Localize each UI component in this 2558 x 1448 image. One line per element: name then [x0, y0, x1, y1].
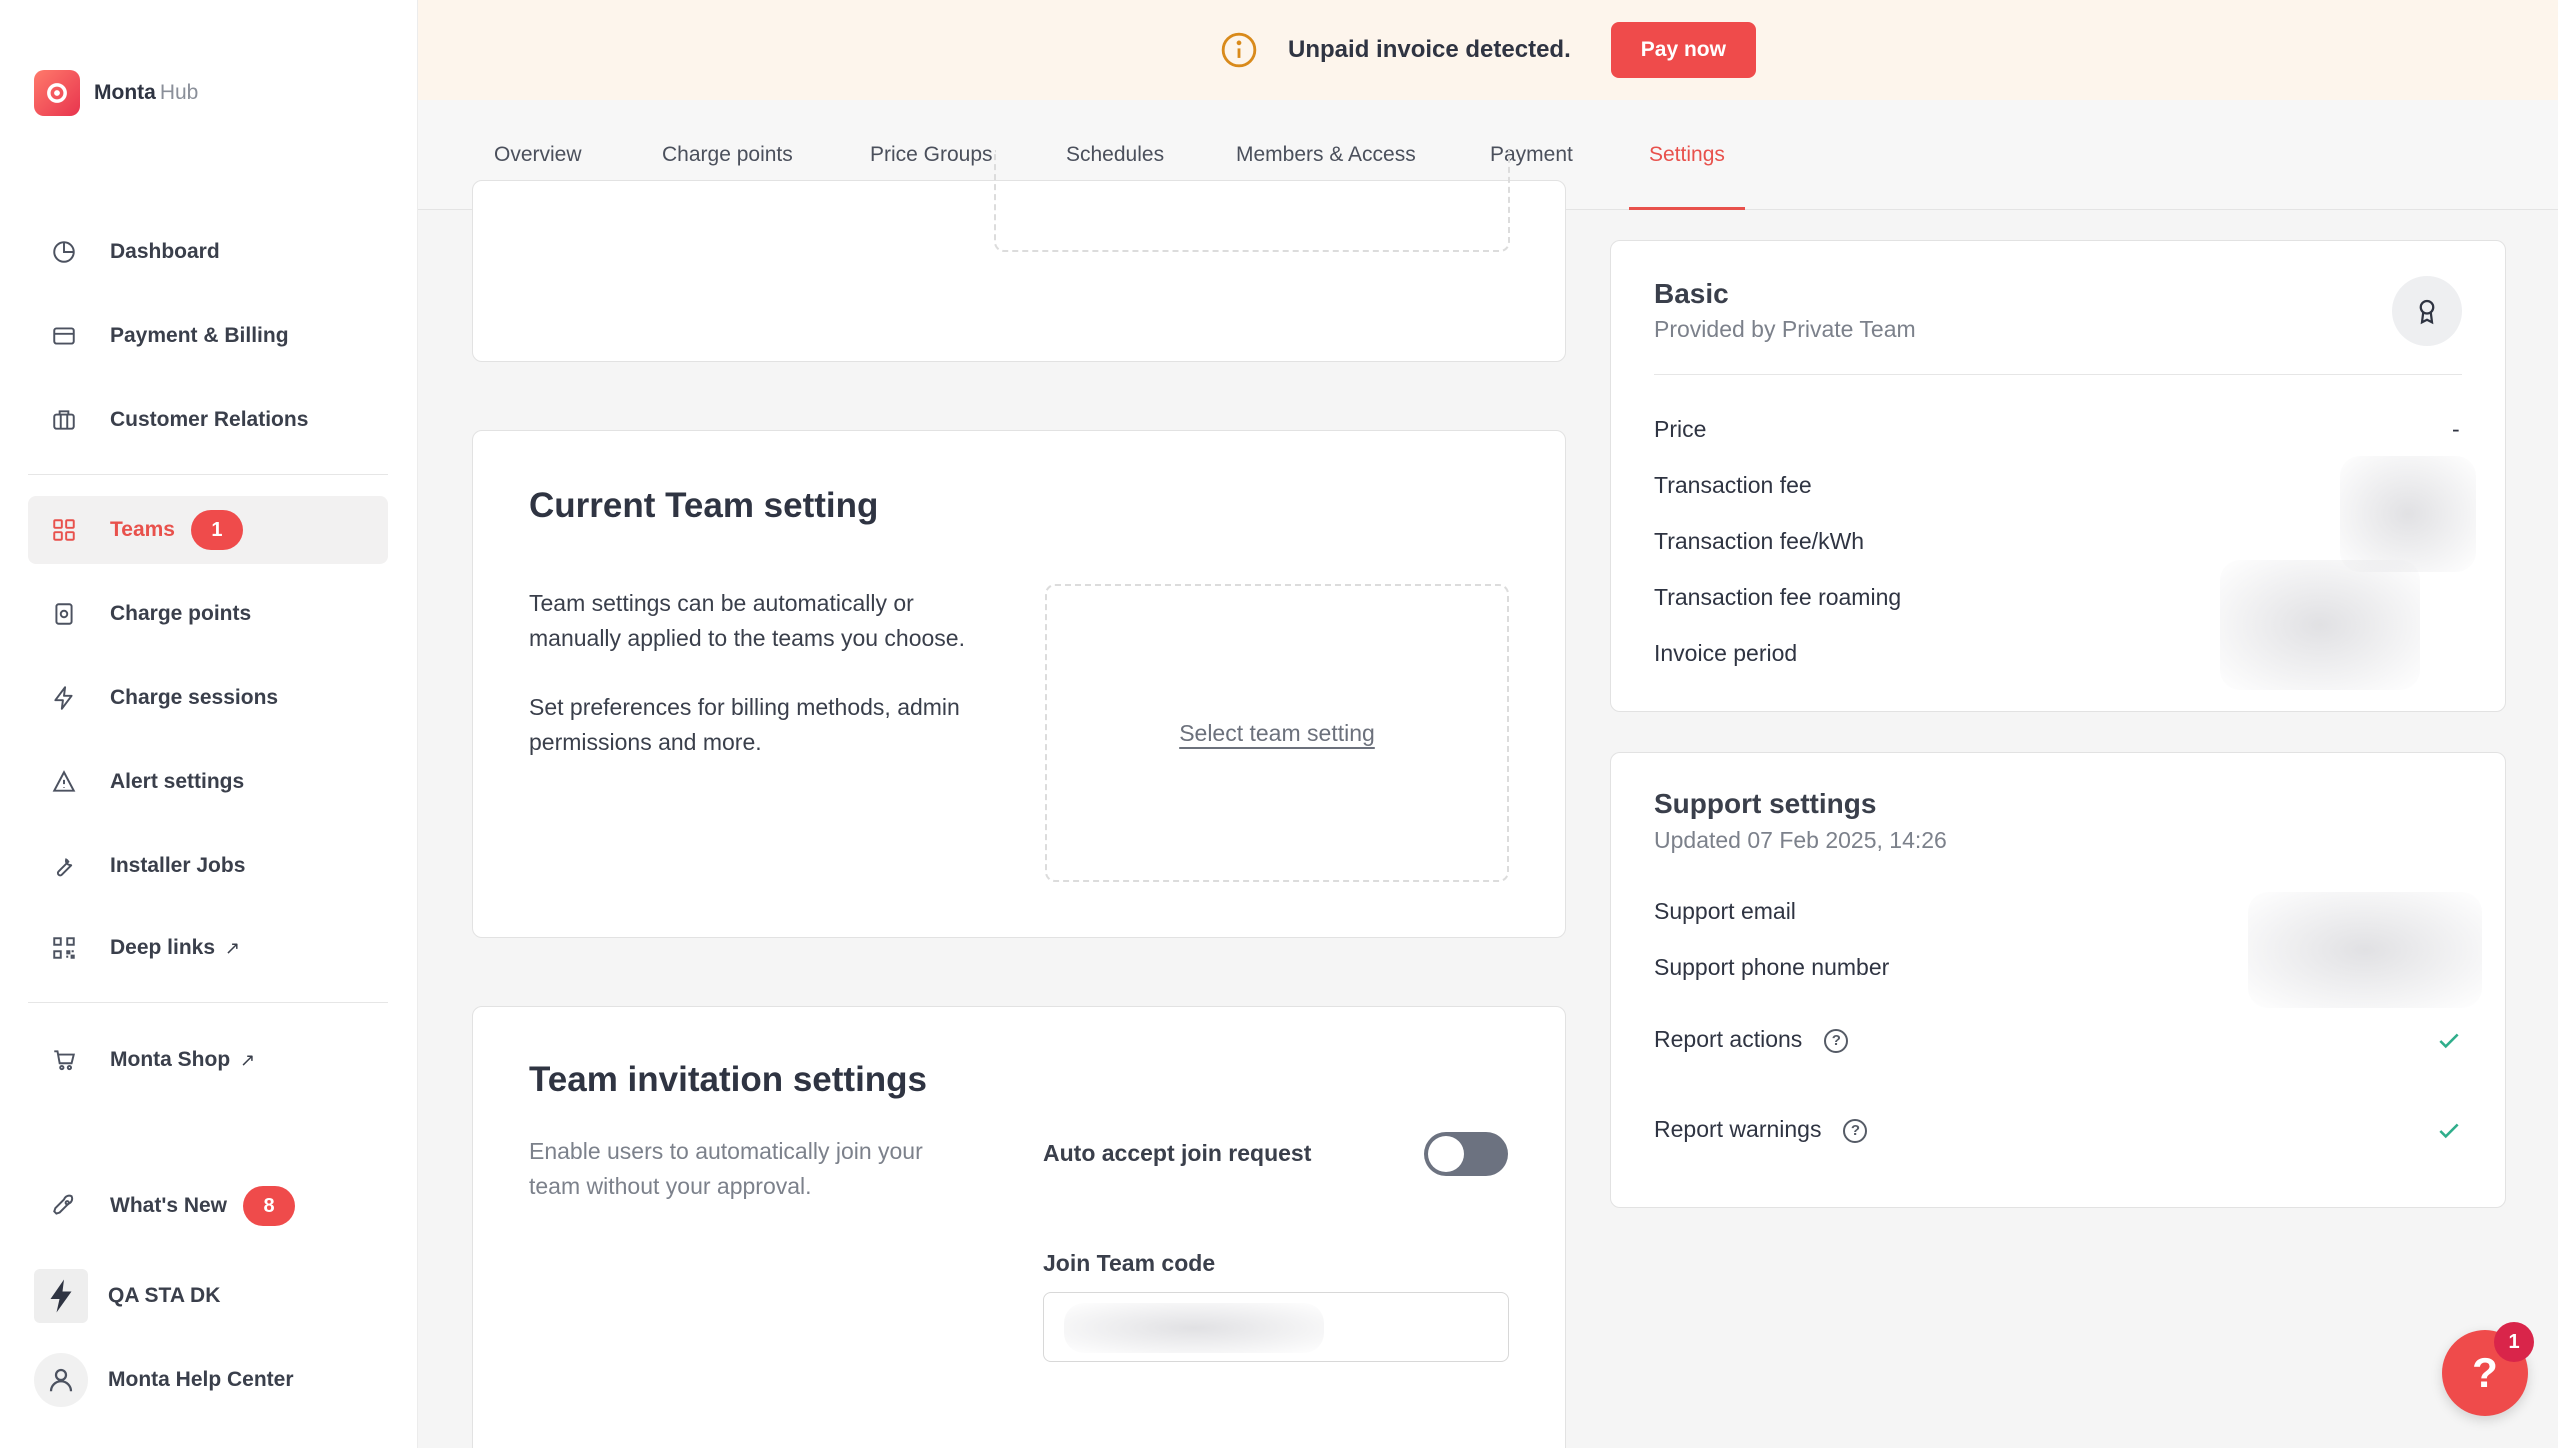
check-icon [2439, 1123, 2459, 1139]
sidebar-item-teams[interactable]: Teams 1 [28, 496, 388, 564]
user-icon [34, 1353, 88, 1407]
account-avatar [34, 1269, 88, 1323]
report-warnings-row: Report warnings? [1654, 1116, 1868, 1143]
team-invitation-desc: Enable users to automatically join your … [529, 1138, 923, 1199]
support-email-label: Support email [1654, 898, 1796, 924]
plan-row-transaction-fee-kwh: Transaction fee/kWh [1654, 528, 1865, 554]
qr-code-icon [50, 934, 78, 962]
sidebar: Monta Hub Dashboard Payment & Billing Cus… [0, 0, 418, 1448]
plan-row-price: Price [1654, 416, 1707, 442]
plan-price-value: - [2452, 416, 2460, 442]
wrench-icon [50, 852, 78, 880]
briefcase-icon [50, 406, 78, 434]
team-invitation-title: Team invitation settings [529, 1060, 928, 1099]
sidebar-item-charge-points[interactable]: Charge points [28, 580, 388, 648]
sidebar-account[interactable]: QA STA DK [28, 1262, 388, 1330]
sidebar-item-alert-settings[interactable]: Alert settings [28, 748, 388, 816]
sidebar-item-payment-billing[interactable]: Payment & Billing [28, 302, 388, 370]
tab-settings[interactable]: Settings [1629, 100, 1745, 210]
teams-badge: 1 [190, 510, 243, 550]
shopping-cart-icon [50, 1046, 78, 1074]
current-team-desc-1: Team settings can be automatically or ma… [529, 590, 965, 651]
support-phone-label: Support phone number [1654, 954, 1890, 980]
brand[interactable]: Monta Hub [34, 70, 198, 116]
previous-card-dropzone [994, 150, 1510, 252]
help-circle-icon[interactable]: ? [1843, 1118, 1868, 1143]
join-team-code-label: Join Team code [1043, 1250, 1216, 1276]
support-title: Support settings [1654, 788, 1877, 819]
plan-row-transaction-fee-roaming: Transaction fee roaming [1654, 584, 1902, 610]
sidebar-item-whats-new[interactable]: What's New 8 [28, 1172, 388, 1240]
rocket-icon [50, 1192, 78, 1220]
sidebar-divider [28, 474, 388, 475]
help-circle-icon[interactable]: ? [1824, 1028, 1849, 1053]
redacted-value [1064, 1303, 1324, 1353]
brand-name: Monta Hub [94, 81, 199, 104]
sidebar-item-customer-relations[interactable]: Customer Relations [28, 386, 388, 454]
alert-bell-icon [50, 768, 78, 796]
pay-now-button[interactable]: Pay now [1610, 22, 1756, 78]
grid-icon [50, 516, 78, 544]
current-team-title: Current Team setting [529, 486, 879, 525]
auto-accept-toggle[interactable] [1424, 1132, 1508, 1176]
sidebar-item-monta-shop[interactable]: Monta Shop ↗ [28, 1026, 388, 1094]
join-team-code-input[interactable] [1043, 1292, 1509, 1362]
sidebar-item-deep-links[interactable]: Deep links ↗ [28, 914, 388, 982]
redacted-value [2248, 892, 2482, 1008]
whats-new-badge: 8 [243, 1186, 296, 1226]
select-team-setting-link[interactable]: Select team setting [1179, 720, 1375, 747]
credit-card-icon [50, 322, 78, 350]
plan-row-transaction-fee: Transaction fee [1654, 472, 1812, 498]
sidebar-help-center[interactable]: Monta Help Center [28, 1346, 388, 1414]
info-icon [1221, 32, 1257, 68]
external-link-icon: ↗ [240, 1049, 256, 1070]
report-actions-row: Report actions? [1654, 1026, 1849, 1053]
charger-icon [50, 600, 78, 628]
sidebar-item-dashboard[interactable]: Dashboard [28, 218, 388, 286]
sidebar-item-installer-jobs[interactable]: Installer Jobs [28, 832, 388, 900]
help-widget-badge: 1 [2494, 1322, 2534, 1362]
plan-provider: Provided by Private Team [1654, 316, 1916, 342]
check-icon [2439, 1033, 2459, 1049]
current-team-desc-2: Set preferences for billing methods, adm… [529, 694, 960, 755]
select-team-setting-dropzone[interactable]: Select team setting [1045, 584, 1509, 882]
monta-logo-icon [34, 70, 80, 116]
plan-title: Basic [1654, 278, 1729, 309]
auto-accept-label: Auto accept join request [1043, 1140, 1312, 1166]
bolt-icon [50, 684, 78, 712]
sidebar-item-charge-sessions[interactable]: Charge sessions [28, 664, 388, 732]
award-icon [2392, 276, 2462, 346]
pie-chart-icon [50, 238, 78, 266]
plan-row-invoice-period: Invoice period [1654, 640, 1798, 666]
external-link-icon: ↗ [225, 937, 241, 958]
banner-message: Unpaid invoice detected. [1288, 36, 1571, 63]
redacted-value [2220, 560, 2420, 690]
unpaid-invoice-banner: Unpaid invoice detected. Pay now [418, 0, 2558, 100]
redacted-value [2340, 456, 2476, 572]
sidebar-divider [28, 1002, 388, 1003]
plan-divider [1654, 374, 2462, 375]
support-updated: Updated 07 Feb 2025, 14:26 [1654, 827, 1947, 853]
